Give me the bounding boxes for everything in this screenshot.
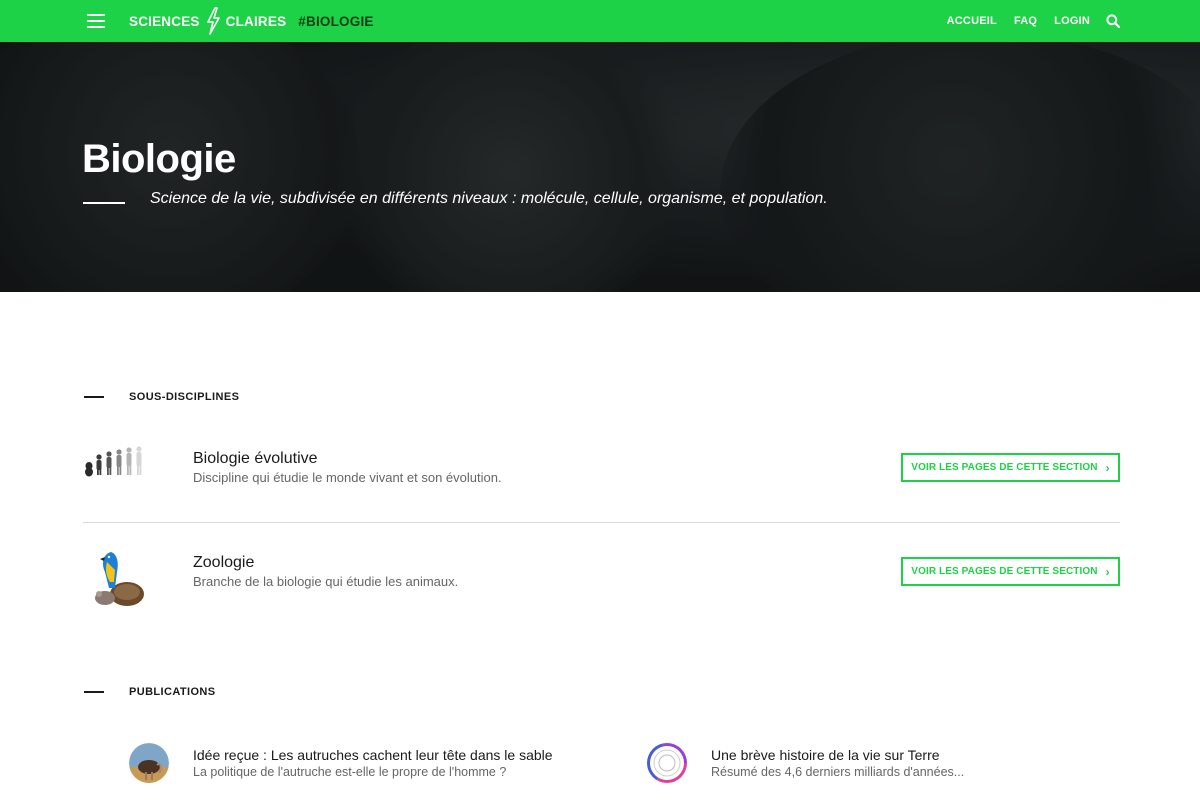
subdiscipline-title[interactable]: Biologie évolutive [193, 450, 318, 468]
subdiscipline-title[interactable]: Zoologie [193, 554, 254, 572]
nav-link-accueil[interactable]: ACCUEIL [947, 15, 997, 27]
view-section-pages-button[interactable]: VOIR LES PAGES DE CETTE SECTION › [901, 453, 1120, 482]
subdiscipline-row: Biologie évolutive Discipline qui étudie… [83, 444, 1120, 524]
animals-thumbnail-icon[interactable] [83, 548, 149, 614]
section-header-publications: PUBLICATIONS [84, 686, 215, 698]
brand-right-text: CLAIRES [225, 13, 287, 29]
section-dash [84, 396, 104, 398]
hashtag-label: #BIOLOGIE [298, 13, 374, 29]
evolution-thumbnail-icon[interactable] [83, 444, 149, 510]
button-label: VOIR LES PAGES DE CETTE SECTION [911, 566, 1098, 577]
nav-links: ACCUEIL FAQ LOGIN [930, 0, 1120, 42]
hamburger-menu-icon[interactable] [87, 14, 105, 28]
section-dash [84, 691, 104, 693]
publication-item[interactable]: Une brève histoire de la vie sur Terre R… [647, 743, 1117, 785]
publication-item[interactable]: Idée reçue : Les autruches cachent leur … [129, 743, 629, 785]
site-logo[interactable]: SCIENCES CLAIRES #BIOLOGIE [129, 0, 374, 42]
chevron-right-icon: › [1105, 564, 1110, 579]
top-navbar: SCIENCES CLAIRES #BIOLOGIE ACCUEIL FAQ L… [0, 0, 1200, 42]
publication-description: Résumé des 4,6 derniers milliards d'anné… [711, 765, 965, 779]
page-title: Biologie [82, 137, 236, 181]
chevron-right-icon: › [1105, 460, 1110, 475]
row-divider [83, 522, 1120, 523]
brand-left-text: SCIENCES [129, 13, 200, 29]
nav-link-faq[interactable]: FAQ [1014, 15, 1037, 27]
earth-history-clock-icon [647, 743, 687, 783]
section-header-subdisciplines: SOUS-DISCIPLINES [84, 391, 239, 403]
subdiscipline-row: Zoologie Branche de la biologie qui étud… [83, 548, 1120, 628]
view-section-pages-button[interactable]: VOIR LES PAGES DE CETTE SECTION › [901, 557, 1120, 586]
hero-banner: Biologie Science de la vie, subdivisée e… [0, 42, 1200, 292]
publication-title[interactable]: Une brève histoire de la vie sur Terre [711, 747, 940, 763]
section-title: SOUS-DISCIPLINES [129, 391, 240, 403]
publication-title[interactable]: Idée reçue : Les autruches cachent leur … [193, 747, 553, 763]
nav-link-login[interactable]: LOGIN [1054, 15, 1090, 27]
title-rule [83, 202, 125, 204]
page-subtitle: Science de la vie, subdivisée en différe… [150, 190, 828, 207]
search-icon[interactable] [1106, 14, 1120, 28]
publication-description: La politique de l'autruche est-elle le p… [193, 765, 507, 779]
section-title: PUBLICATIONS [129, 686, 216, 698]
subdiscipline-description: Discipline qui étudie le monde vivant et… [193, 470, 502, 485]
button-label: VOIR LES PAGES DE CETTE SECTION [911, 462, 1098, 473]
ostrich-thumbnail-icon [129, 743, 169, 783]
lightning-bolt-icon [206, 7, 220, 35]
subdiscipline-description: Branche de la biologie qui étudie les an… [193, 574, 459, 589]
